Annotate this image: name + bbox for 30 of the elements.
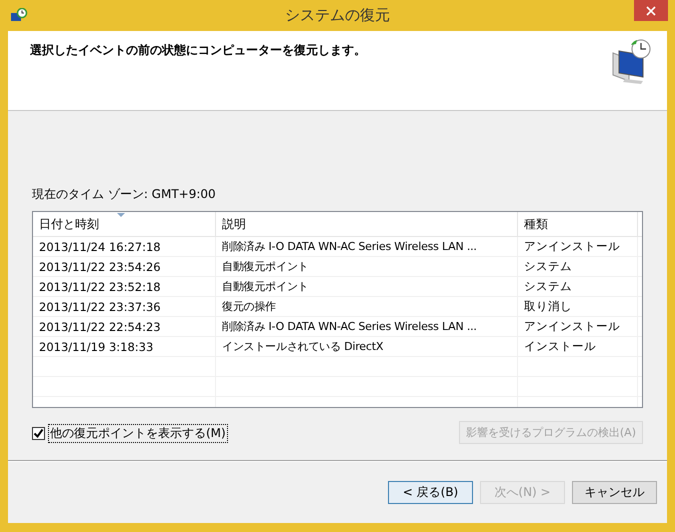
table-cell: インストールされている DirectX (216, 337, 518, 356)
column-header[interactable]: 日付と時刻 (33, 212, 216, 236)
table-cell: アンインストール (518, 317, 638, 336)
close-button[interactable] (634, 0, 668, 21)
monitor-clock-icon (10, 8, 28, 24)
column-header[interactable]: 種類 (518, 212, 638, 236)
instruction-text: 選択したイベントの前の状態にコンピューターを復元します。 (30, 42, 366, 59)
table-cell: アンインストール (518, 237, 638, 256)
table-cell: 削除済み I-O DATA WN-AC Series Wireless LAN ... (216, 317, 518, 336)
wizard-button[interactable]: < 戻る(B) (388, 480, 473, 504)
table-cell: 2013/11/24 16:27:18 (33, 237, 216, 256)
table-cell: 2013/11/19 3:18:33 (33, 337, 216, 356)
table-cell: 2013/11/22 23:37:36 (33, 297, 216, 316)
table-cell: システム (518, 277, 638, 296)
window-title: システムの復元 (284, 6, 391, 25)
wizard-button[interactable]: キャンセル (572, 480, 657, 504)
checkmark-icon (33, 428, 44, 439)
table-cell: 2013/11/22 23:54:26 (33, 257, 216, 276)
table-cell: 削除済み I-O DATA WN-AC Series Wireless LAN ... (216, 237, 518, 256)
timezone-label: 現在のタイム ゾーン: GMT+9:00 (32, 186, 217, 203)
table-cell: 2013/11/22 22:54:23 (33, 317, 216, 336)
close-icon (646, 6, 656, 16)
table-cell: 自動復元ポイント (216, 277, 518, 296)
table-cell: インストール (518, 337, 638, 356)
table-cell: 復元の操作 (216, 297, 518, 316)
table-cell: 取り消し (518, 297, 638, 316)
table-cell: 2013/11/22 23:52:18 (33, 277, 216, 296)
table-cell: システム (518, 257, 638, 276)
table-cell: 自動復元ポイント (216, 257, 518, 276)
column-header[interactable]: 説明 (216, 212, 518, 236)
